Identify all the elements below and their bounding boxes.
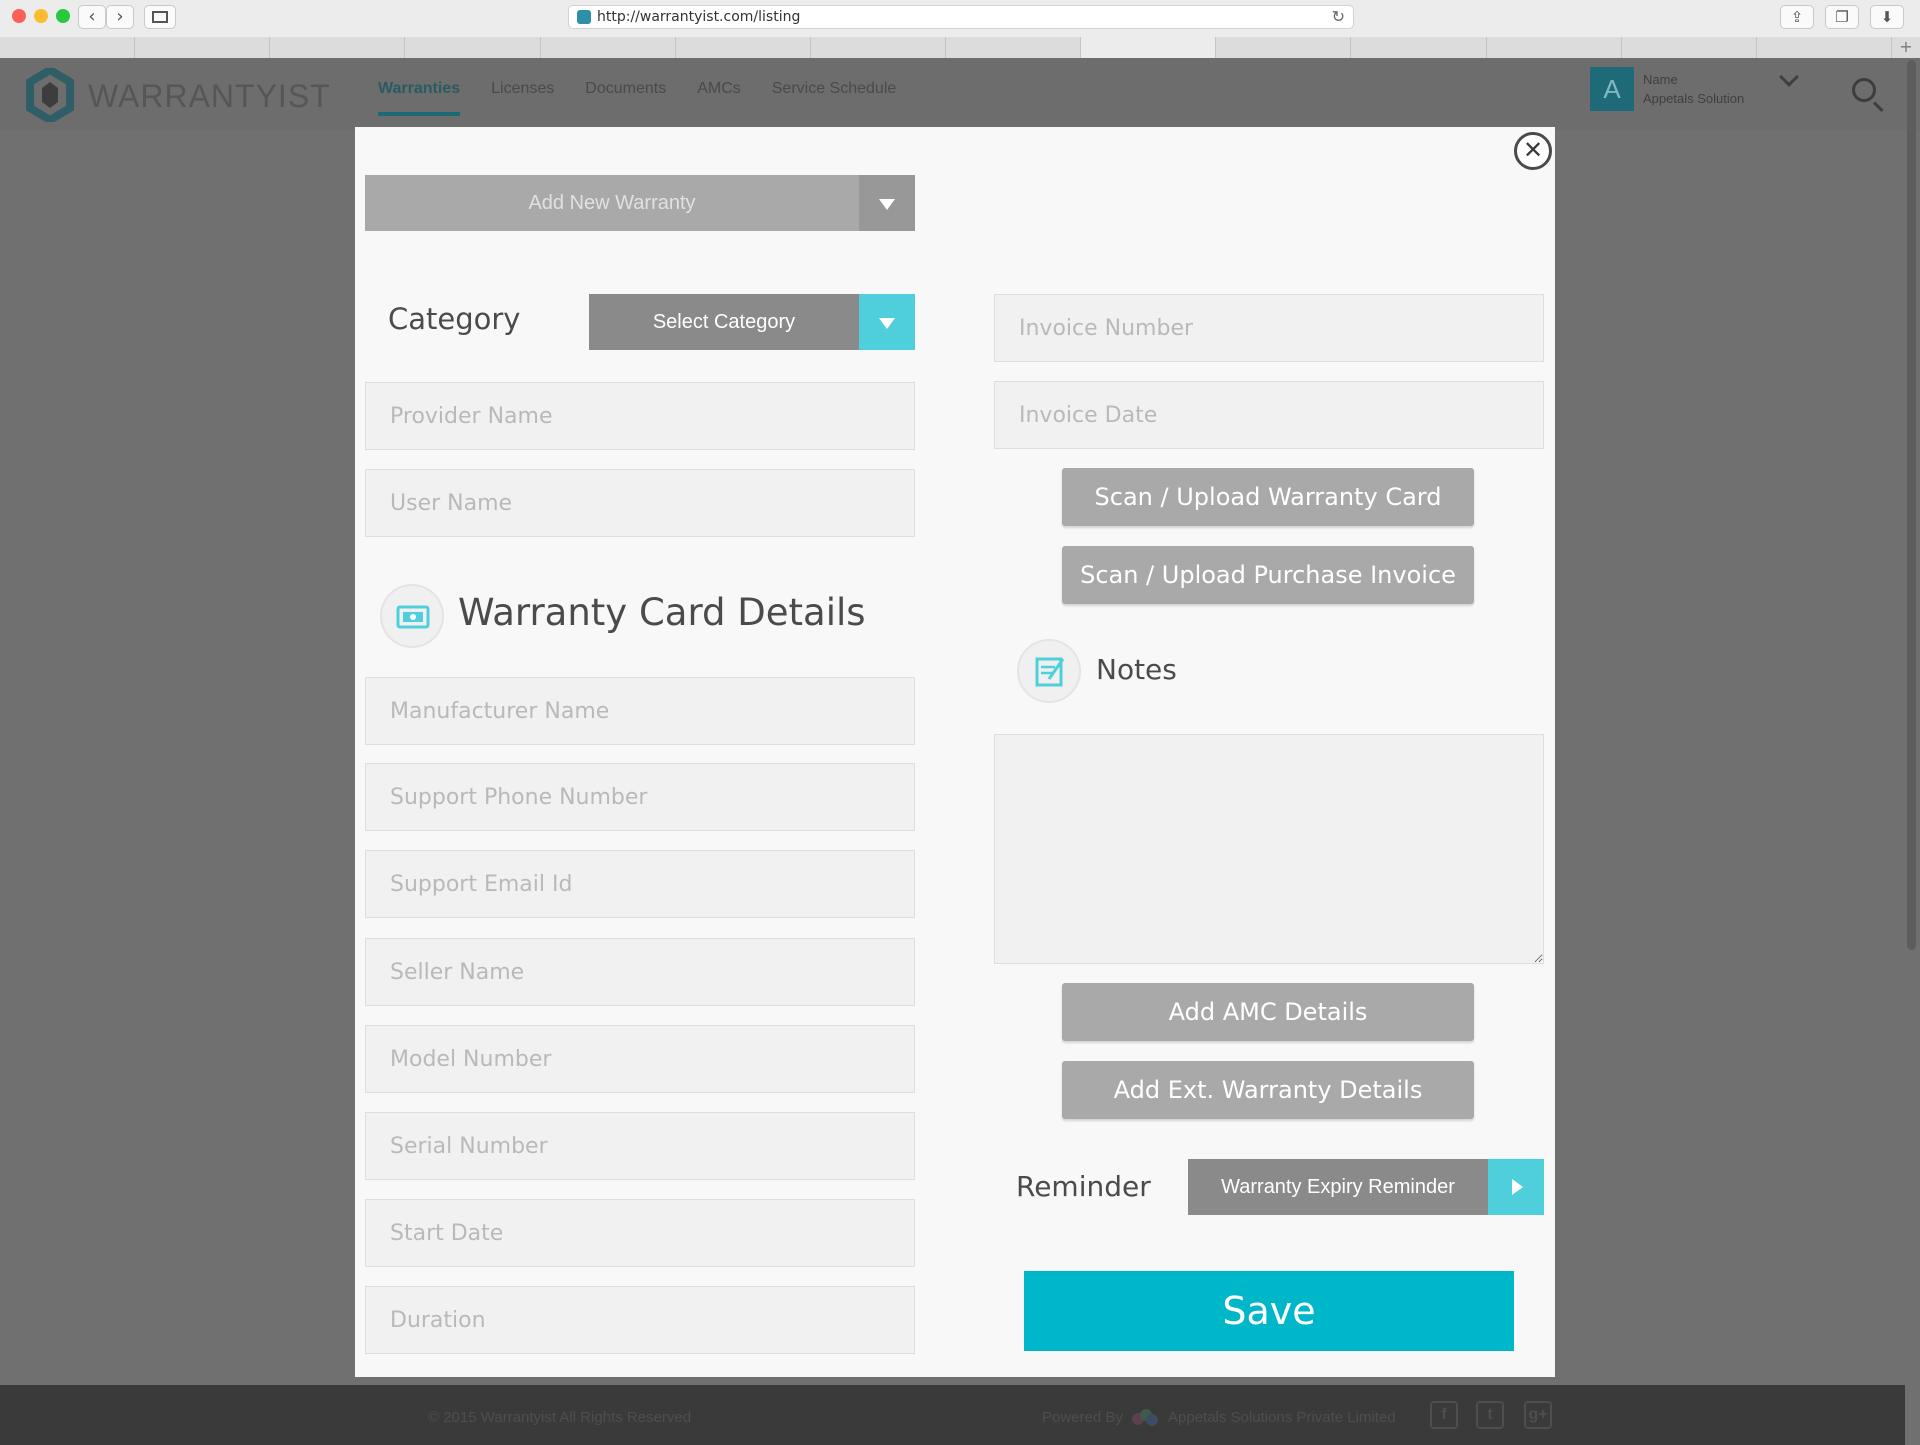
- notes-icon: [1017, 639, 1081, 703]
- caret-down-icon: [879, 318, 895, 329]
- invoice-date-field[interactable]: [994, 381, 1544, 449]
- save-button[interactable]: Save: [1024, 1271, 1514, 1351]
- browser-tab[interactable]: [1622, 37, 1757, 58]
- window-controls: [12, 9, 70, 23]
- browser-tab[interactable]: [1351, 37, 1487, 58]
- tabs-icon: ❐: [1835, 8, 1849, 26]
- category-label: Category: [388, 302, 521, 336]
- share-button[interactable]: ⇪: [1780, 5, 1814, 29]
- url-text: http://warrantyist.com/listing: [597, 9, 801, 25]
- seller-name-field[interactable]: [365, 938, 915, 1006]
- warranty-card-details-title: Warranty Card Details: [458, 591, 866, 634]
- sidebar-icon: [152, 11, 168, 23]
- browser-tab[interactable]: [1216, 37, 1352, 58]
- nav-amcs[interactable]: AMCs: [697, 80, 741, 116]
- browser-tab[interactable]: [946, 37, 1082, 58]
- user-company: Appetals Solution: [1643, 91, 1745, 106]
- zoom-window-button[interactable]: [56, 9, 70, 23]
- support-email-field[interactable]: [365, 850, 915, 918]
- footer-powered-by: Powered By: [1042, 1409, 1123, 1426]
- browser-toolbar: ‹ › http://warrantyist.com/listing ↻ ⇪ ❐…: [0, 0, 1920, 58]
- nav-service-schedule[interactable]: Service Schedule: [772, 80, 897, 116]
- address-bar[interactable]: http://warrantyist.com/listing ↻: [568, 5, 1354, 29]
- reload-icon[interactable]: ↻: [1332, 6, 1345, 28]
- user-name-field[interactable]: [365, 469, 915, 537]
- category-select[interactable]: Select Category: [589, 294, 915, 350]
- scan-warranty-card-button[interactable]: Scan / Upload Warranty Card: [1062, 468, 1474, 526]
- caret-right-icon: [1512, 1179, 1523, 1195]
- add-warranty-modal: ✕ Add New Warranty Category Select Categ…: [355, 127, 1555, 1377]
- browser-tab[interactable]: [270, 37, 406, 58]
- sidebar-toggle-button[interactable]: [144, 5, 176, 29]
- warrantyist-logo-icon: [26, 68, 74, 122]
- browser-tab[interactable]: [405, 37, 541, 58]
- support-phone-field[interactable]: [365, 763, 915, 831]
- start-date-field[interactable]: [365, 1199, 915, 1267]
- page-scrollbar[interactable]: [1907, 60, 1916, 950]
- user-menu[interactable]: Name Appetals Solution: [1643, 70, 1744, 108]
- reminder-label: Reminder: [1016, 1170, 1151, 1203]
- notes-label: Notes: [1096, 653, 1177, 686]
- reminder-select-value: Warranty Expiry Reminder: [1221, 1176, 1455, 1198]
- download-icon: ⬇: [1880, 8, 1894, 26]
- appetals-logo-icon: [1132, 1409, 1158, 1426]
- avatar[interactable]: A: [1590, 67, 1634, 111]
- warranty-card-icon: [380, 584, 444, 648]
- facebook-icon[interactable]: f: [1430, 1401, 1458, 1429]
- new-tab-button[interactable]: +: [1892, 37, 1920, 58]
- close-icon[interactable]: ✕: [1514, 132, 1552, 170]
- browser-tab[interactable]: [1487, 37, 1622, 58]
- duration-field[interactable]: [365, 1286, 915, 1354]
- dropdown-arrow: [859, 294, 915, 350]
- add-ext-warranty-details-button[interactable]: Add Ext. Warranty Details: [1062, 1061, 1474, 1119]
- search-icon[interactable]: [1852, 78, 1876, 102]
- browser-tab[interactable]: [135, 37, 271, 58]
- browser-tab-active[interactable]: [1081, 37, 1217, 58]
- browser-tab[interactable]: [811, 37, 946, 58]
- close-window-button[interactable]: [12, 9, 26, 23]
- site-header: WARRANTYIST Warranties Licenses Document…: [0, 58, 1920, 130]
- add-new-type-dropdown[interactable]: Add New Warranty: [365, 175, 915, 231]
- chevron-left-icon: ‹: [88, 6, 96, 27]
- dropdown-arrow: [859, 175, 915, 231]
- nav-warranties[interactable]: Warranties: [378, 80, 461, 116]
- add-new-type-label: Add New Warranty: [528, 192, 696, 214]
- downloads-button[interactable]: ⬇: [1870, 5, 1904, 29]
- site-logo-text[interactable]: WARRANTYIST: [88, 78, 331, 115]
- nav-licenses[interactable]: Licenses: [491, 80, 554, 116]
- add-amc-details-button[interactable]: Add AMC Details: [1062, 983, 1474, 1041]
- model-number-field[interactable]: [365, 1025, 915, 1093]
- manufacturer-name-field[interactable]: [365, 677, 915, 745]
- chevron-down-icon[interactable]: [1779, 67, 1799, 87]
- site-favicon-icon: [577, 10, 591, 24]
- share-icon: ⇪: [1790, 8, 1804, 26]
- tab-strip: +: [0, 37, 1920, 58]
- footer-copyright: © 2015 Warrantyist All Rights Reserved: [428, 1409, 692, 1426]
- twitter-icon[interactable]: t: [1476, 1401, 1504, 1429]
- caret-down-icon: [879, 199, 895, 210]
- tabs-overview-button[interactable]: ❐: [1825, 5, 1859, 29]
- reminder-select[interactable]: Warranty Expiry Reminder: [1188, 1159, 1544, 1215]
- browser-tab[interactable]: [0, 37, 136, 58]
- back-button[interactable]: ‹: [78, 5, 106, 29]
- notes-textarea[interactable]: [994, 734, 1544, 964]
- nav-documents[interactable]: Documents: [585, 80, 666, 116]
- site-footer: © 2015 Warrantyist All Rights Reserved P…: [0, 1385, 1905, 1445]
- category-select-value: Select Category: [652, 311, 796, 333]
- serial-number-field[interactable]: [365, 1112, 915, 1180]
- browser-tab[interactable]: [1757, 37, 1892, 58]
- forward-button[interactable]: ›: [106, 5, 134, 29]
- browser-tab[interactable]: [541, 37, 676, 58]
- provider-name-field[interactable]: [365, 382, 915, 450]
- scan-purchase-invoice-button[interactable]: Scan / Upload Purchase Invoice: [1062, 546, 1474, 604]
- minimize-window-button[interactable]: [34, 9, 48, 23]
- invoice-number-field[interactable]: [994, 294, 1544, 362]
- browser-tab[interactable]: [676, 37, 811, 58]
- footer-company[interactable]: Appetals Solutions Private Limited: [1168, 1409, 1396, 1426]
- dropdown-arrow: [1488, 1159, 1544, 1215]
- chevron-right-icon: ›: [116, 6, 124, 27]
- google-plus-icon[interactable]: g+: [1524, 1401, 1552, 1429]
- main-nav: Warranties Licenses Documents AMCs Servi…: [378, 80, 896, 116]
- user-name-label: Name: [1643, 72, 1678, 87]
